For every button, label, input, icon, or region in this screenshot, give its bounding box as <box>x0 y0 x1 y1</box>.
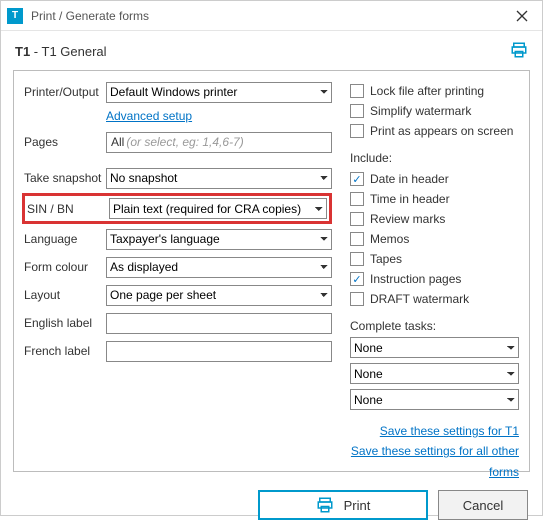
include-option-6-label: DRAFT watermark <box>370 292 469 306</box>
french-label-input[interactable] <box>106 341 332 362</box>
top-option-2-checkbox[interactable] <box>350 124 364 138</box>
include-option-2-label: Review marks <box>370 212 445 226</box>
save-settings-all-link[interactable]: Save these settings for all other forms <box>351 444 519 478</box>
include-option-1-row: Time in header <box>350 189 519 209</box>
include-option-1-checkbox[interactable] <box>350 192 364 206</box>
top-option-0-label: Lock file after printing <box>370 84 484 98</box>
top-option-2-row: Print as appears on screen <box>350 121 519 141</box>
top-option-0-checkbox[interactable] <box>350 84 364 98</box>
complete-task-select-0[interactable]: None <box>350 337 519 358</box>
include-option-4-checkbox[interactable] <box>350 252 364 266</box>
include-option-2-checkbox[interactable] <box>350 212 364 226</box>
label-layout: Layout <box>24 288 106 302</box>
settings-panel: Printer/Output Default Windows printer A… <box>13 70 530 472</box>
save-settings-t1-link[interactable]: Save these settings for T1 <box>380 424 519 438</box>
top-option-1-row: Simplify watermark <box>350 101 519 121</box>
include-option-0-row: ✓ Date in header <box>350 169 519 189</box>
close-icon[interactable] <box>508 4 536 28</box>
top-option-0-row: Lock file after printing <box>350 81 519 101</box>
sin-bn-select[interactable]: Plain text (required for CRA copies) <box>109 198 327 219</box>
label-snapshot: Take snapshot <box>24 171 106 185</box>
include-option-3-row: Memos <box>350 229 519 249</box>
printer-icon <box>316 496 334 514</box>
include-option-4-label: Tapes <box>370 252 402 266</box>
page-title: T1 - T1 General <box>15 44 107 59</box>
titlebar: T Print / Generate forms <box>1 1 542 31</box>
label-english: English label <box>24 316 106 330</box>
include-heading: Include: <box>350 151 519 165</box>
include-option-5-label: Instruction pages <box>370 272 461 286</box>
include-option-5-checkbox[interactable]: ✓ <box>350 272 364 286</box>
include-option-1-label: Time in header <box>370 192 450 206</box>
include-option-2-row: Review marks <box>350 209 519 229</box>
sin-bn-row-highlight: SIN / BN Plain text (required for CRA co… <box>22 193 332 224</box>
left-column: Printer/Output Default Windows printer A… <box>24 81 332 482</box>
top-option-1-label: Simplify watermark <box>370 104 471 118</box>
include-option-0-checkbox[interactable]: ✓ <box>350 172 364 186</box>
layout-select[interactable]: One page per sheet <box>106 285 332 306</box>
pages-input[interactable]: All (or select, eg: 1,4,6-7) <box>106 132 332 153</box>
include-option-6-checkbox[interactable] <box>350 292 364 306</box>
complete-tasks-heading: Complete tasks: <box>350 319 519 333</box>
complete-task-select-1[interactable]: None <box>350 363 519 384</box>
label-french: French label <box>24 344 106 358</box>
right-column: Lock file after printing Simplify waterma… <box>350 81 519 482</box>
form-colour-select[interactable]: As displayed <box>106 257 332 278</box>
include-option-5-row: ✓ Instruction pages <box>350 269 519 289</box>
label-language: Language <box>24 232 106 246</box>
label-form-colour: Form colour <box>24 260 106 274</box>
complete-task-select-2[interactable]: None <box>350 389 519 410</box>
include-option-3-checkbox[interactable] <box>350 232 364 246</box>
label-sin-bn: SIN / BN <box>27 202 109 216</box>
app-icon: T <box>7 8 23 24</box>
include-option-4-row: Tapes <box>350 249 519 269</box>
subheader: T1 - T1 General <box>1 31 542 70</box>
window-title: Print / Generate forms <box>31 9 508 23</box>
include-option-3-label: Memos <box>370 232 409 246</box>
footer: Print Cancel <box>1 480 542 532</box>
include-option-6-row: DRAFT watermark <box>350 289 519 309</box>
label-pages: Pages <box>24 135 106 149</box>
english-label-input[interactable] <box>106 313 332 334</box>
advanced-setup-link[interactable]: Advanced setup <box>106 109 192 123</box>
printer-output-select[interactable]: Default Windows printer <box>106 82 332 103</box>
language-select[interactable]: Taxpayer's language <box>106 229 332 250</box>
printer-icon[interactable] <box>510 41 528 62</box>
top-option-1-checkbox[interactable] <box>350 104 364 118</box>
include-option-0-label: Date in header <box>370 172 449 186</box>
label-printer-output: Printer/Output <box>24 85 106 99</box>
top-option-2-label: Print as appears on screen <box>370 124 513 138</box>
snapshot-select[interactable]: No snapshot <box>106 168 332 189</box>
